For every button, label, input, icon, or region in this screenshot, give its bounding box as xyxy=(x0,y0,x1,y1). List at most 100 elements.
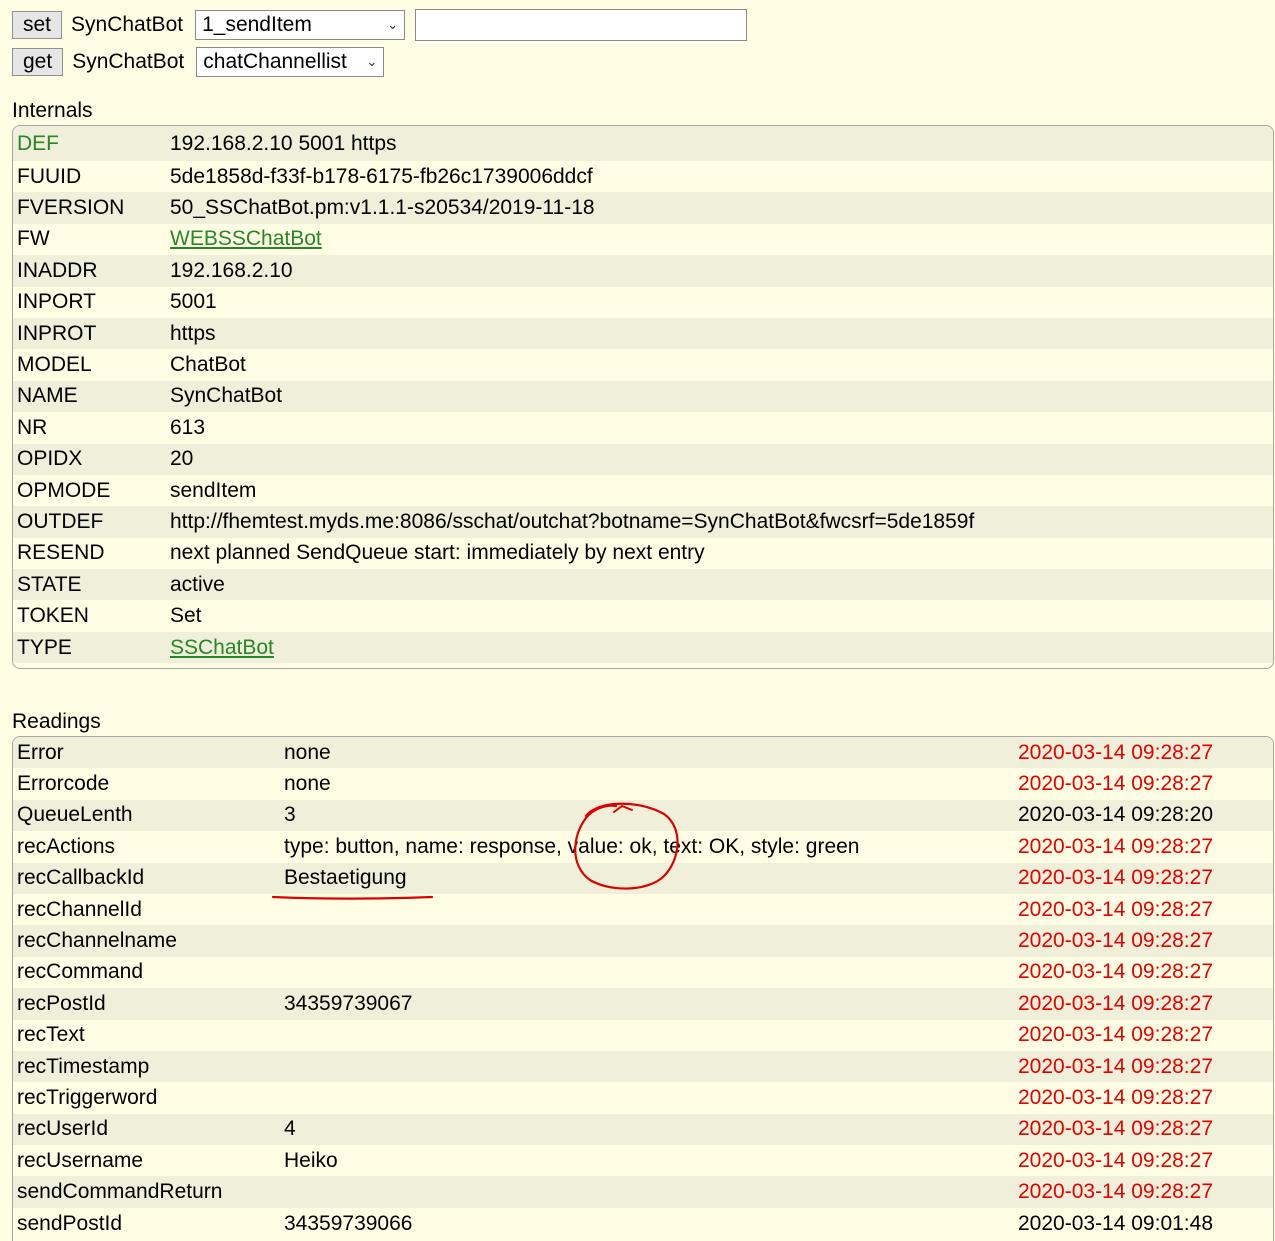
internal-value: Set xyxy=(166,600,1273,632)
internals-row: DEF 192.168.2.10 5001 https xyxy=(13,126,1273,161)
reading-name: QueueLenth xyxy=(13,799,280,832)
reading-timestamp: 2020-03-14 09:28:27 xyxy=(1014,988,1273,1020)
set-button[interactable]: set xyxy=(12,11,63,39)
internal-key: STATE xyxy=(13,569,166,601)
internal-value: http://fhemtest.myds.me:8086/sschat/outc… xyxy=(166,506,1273,538)
reading-row: recTriggerword 2020-03-14 09:28:27 xyxy=(13,1082,1273,1114)
internal-value: 20 xyxy=(166,443,1273,475)
reading-value: Bestaetigung xyxy=(280,862,1014,894)
internal-value-cell: SSChatBot xyxy=(166,631,1273,664)
set-command-row: set SynChatBot 1_sendItem ⌄ xyxy=(12,9,748,41)
internal-value: ChatBot xyxy=(166,349,1273,381)
get-button[interactable]: get xyxy=(12,48,64,76)
internal-key: NAME xyxy=(13,380,166,413)
reading-row: Error none 2020-03-14 09:28:27 xyxy=(13,737,1273,769)
internal-key: NR xyxy=(13,412,166,444)
reading-timestamp: 2020-03-14 09:28:27 xyxy=(1014,862,1273,894)
reading-name: recUserId xyxy=(13,1113,280,1146)
reading-value: 34359739067 xyxy=(280,988,1014,1020)
internal-key: INADDR xyxy=(13,255,166,287)
reading-row: recActions type: button, name: response, … xyxy=(13,831,1273,863)
internal-value: 613 xyxy=(166,412,1273,444)
chevron-down-icon: ⌄ xyxy=(366,54,378,69)
internals-row: FVERSION 50_SSChatBot.pm:v1.1.1-s20534/20… xyxy=(13,192,1273,224)
set-command-select[interactable]: 1_sendItem ⌄ xyxy=(195,10,406,40)
reading-timestamp: 2020-03-14 09:28:27 xyxy=(1014,831,1273,863)
reading-row: recPostId 34359739067 2020-03-14 09:28:27 xyxy=(13,988,1273,1020)
internal-value: active xyxy=(166,569,1273,601)
reading-row: recChannelId 2020-03-14 09:28:27 xyxy=(13,893,1273,926)
reading-timestamp: 2020-03-14 09:28:27 xyxy=(1014,1145,1273,1177)
internals-row: MODEL ChatBot xyxy=(13,349,1273,381)
reading-timestamp: 2020-03-14 09:28:27 xyxy=(1014,1082,1273,1114)
internal-key[interactable]: DEF xyxy=(13,126,166,161)
reading-row: recUserId 4 2020-03-14 09:28:27 xyxy=(13,1113,1273,1146)
reading-value: 34359739066 xyxy=(280,1207,1014,1240)
reading-row: sendCommandReturn 2020-03-14 09:28:27 xyxy=(13,1176,1273,1208)
reading-name: recCallbackId xyxy=(13,862,280,894)
reading-row: recTimestamp 2020-03-14 09:28:27 xyxy=(13,1050,1273,1083)
internals-row: INPORT 5001 xyxy=(13,286,1273,318)
reading-name: Errorcode xyxy=(13,768,280,800)
internal-value: SynChatBot xyxy=(166,380,1273,413)
internal-key: OPMODE xyxy=(13,474,166,507)
reading-timestamp: 2020-03-14 09:28:27 xyxy=(1014,1176,1273,1208)
reading-value: none xyxy=(280,768,1014,800)
reading-timestamp: 2020-03-14 09:28:27 xyxy=(1014,956,1273,989)
reading-row: recUsername Heiko 2020-03-14 09:28:27 xyxy=(13,1145,1273,1177)
internal-value: next planned SendQueue start: immediatel… xyxy=(166,537,1273,570)
reading-value xyxy=(280,1176,1014,1208)
reading-value xyxy=(280,925,1014,957)
internal-value: 5de1858d-f33f-b178-6175-fb26c1739006ddcf xyxy=(166,161,1273,193)
reading-row: recChannelname 2020-03-14 09:28:27 xyxy=(13,925,1273,957)
internals-table: DEF 192.168.2.10 5001 https FUUID 5de1858d-… xyxy=(12,125,1274,669)
set-value-input[interactable] xyxy=(415,9,748,41)
internals-row: INADDR 192.168.2.10 xyxy=(13,255,1273,287)
internal-key: TOKEN xyxy=(13,600,166,632)
reading-name: recText xyxy=(13,1019,280,1051)
reading-timestamp: 2020-03-14 09:28:27 xyxy=(1014,1113,1273,1146)
reading-row: Errorcode none 2020-03-14 09:28:27 xyxy=(13,768,1273,800)
get-select-value: chatChannellist xyxy=(203,50,347,73)
reading-row: recCallbackId Bestaetigung 2020-03-14 09:2… xyxy=(13,862,1273,894)
reading-name: recTimestamp xyxy=(13,1050,280,1083)
internal-key: RESEND xyxy=(13,537,166,570)
get-device-name: SynChatBot xyxy=(72,50,185,73)
internals-row: OUTDEF http://fhemtest.myds.me:8086/sscha… xyxy=(13,506,1273,538)
chevron-down-icon: ⌄ xyxy=(387,17,399,32)
reading-name: recTriggerword xyxy=(13,1082,280,1114)
reading-timestamp: 2020-03-14 09:01:48 xyxy=(1014,1207,1273,1240)
reading-timestamp: 2020-03-14 09:28:27 xyxy=(1014,737,1273,769)
reading-name: recChannelId xyxy=(13,893,280,926)
reading-value xyxy=(280,1019,1014,1051)
reading-value: 4 xyxy=(280,1113,1014,1146)
internal-key: INPROT xyxy=(13,317,166,350)
internals-row: OPIDX 20 xyxy=(13,443,1273,475)
internal-value: sendItem xyxy=(166,474,1273,507)
internal-value-link[interactable]: WEBSSChatBot xyxy=(170,227,322,250)
internals-row: NAME SynChatBot xyxy=(13,380,1273,413)
internal-key: INPORT xyxy=(13,286,166,318)
internals-row: STATE active xyxy=(13,569,1273,601)
reading-timestamp: 2020-03-14 09:28:27 xyxy=(1014,1050,1273,1083)
internal-key: OPIDX xyxy=(13,443,166,475)
reading-name: recActions xyxy=(13,831,280,863)
internal-value: 192.168.2.10 5001 https xyxy=(166,126,1273,161)
internal-value: https xyxy=(166,317,1273,350)
internals-row: RESEND next planned SendQueue start: imme… xyxy=(13,537,1273,570)
internals-row: TOKEN Set xyxy=(13,600,1273,632)
internal-value-link[interactable]: SSChatBot xyxy=(170,636,274,659)
set-select-value: 1_sendItem xyxy=(202,13,312,36)
reading-timestamp: 2020-03-14 09:28:27 xyxy=(1014,1019,1273,1051)
reading-timestamp: 2020-03-14 09:28:27 xyxy=(1014,893,1273,926)
internal-value: 50_SSChatBot.pm:v1.1.1-s20534/2019-11-18 xyxy=(166,192,1273,224)
get-command-select[interactable]: chatChannellist ⌄ xyxy=(196,47,385,77)
reading-name: recPostId xyxy=(13,988,280,1020)
internal-key: FW xyxy=(13,223,166,256)
internals-row: INPROT https xyxy=(13,317,1273,350)
reading-timestamp: 2020-03-14 09:28:20 xyxy=(1014,799,1273,832)
internal-key: OUTDEF xyxy=(13,506,166,538)
reading-value xyxy=(280,893,1014,926)
reading-value: Heiko xyxy=(280,1145,1014,1177)
reading-value xyxy=(280,1082,1014,1114)
